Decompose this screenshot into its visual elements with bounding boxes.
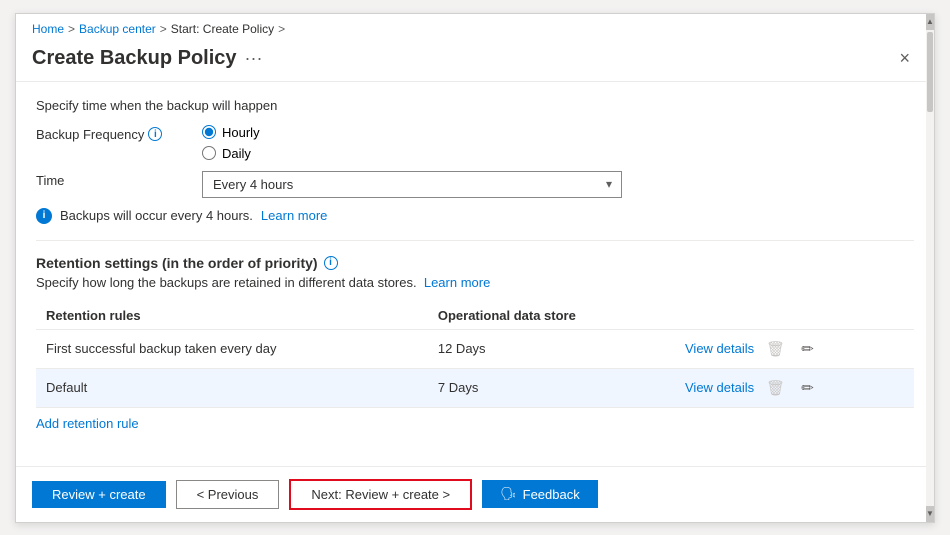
- retention-table: Retention rules Operational data store F…: [36, 302, 914, 408]
- more-options-icon[interactable]: ···: [245, 48, 263, 69]
- frequency-hourly-option[interactable]: Hourly: [202, 125, 260, 140]
- breadcrumb-sep3: >: [278, 22, 285, 36]
- panel-content: Specify time when the backup will happen…: [16, 82, 934, 466]
- learn-more-2-link[interactable]: Learn more: [424, 275, 490, 290]
- scroll-up-arrow[interactable]: ▲: [926, 14, 934, 30]
- feedback-button[interactable]: 🗣 Feedback: [482, 480, 598, 508]
- row1-actions: View details 🗑 ✏: [675, 329, 914, 368]
- retention-heading: Retention settings (in the order of prio…: [36, 255, 914, 271]
- row1-view-details-link[interactable]: View details: [685, 341, 754, 356]
- add-retention-rule-link[interactable]: Add retention rule: [36, 416, 139, 431]
- time-dropdown[interactable]: Every 4 hours Every 6 hours Every 8 hour…: [202, 171, 622, 198]
- next-button[interactable]: Next: Review + create >: [289, 479, 472, 510]
- breadcrumb-backup-center[interactable]: Backup center: [79, 22, 156, 36]
- scroll-thumb[interactable]: [927, 32, 933, 112]
- breadcrumb-home[interactable]: Home: [32, 22, 64, 36]
- hourly-radio[interactable]: [202, 125, 216, 139]
- row2-store: 7 Days: [428, 368, 675, 407]
- frequency-daily-option[interactable]: Daily: [202, 146, 260, 161]
- feedback-icon: 🗣: [500, 486, 517, 502]
- info-circle-icon: i: [36, 208, 52, 224]
- info-banner: i Backups will occur every 4 hours. Lear…: [36, 208, 914, 224]
- scrollbar[interactable]: ▲ ▼: [926, 14, 934, 522]
- row2-action-icons: View details 🗑 ✏: [685, 377, 904, 399]
- backup-frequency-label: Backup Frequency i: [36, 125, 186, 142]
- row1-action-icons: View details 🗑 ✏: [685, 338, 904, 360]
- review-create-button[interactable]: Review + create: [32, 481, 166, 508]
- retention-info-icon[interactable]: i: [324, 256, 338, 270]
- breadcrumb-sep2: >: [160, 22, 167, 36]
- scroll-down-arrow[interactable]: ▼: [926, 506, 934, 522]
- section-divider: [36, 240, 914, 241]
- row2-view-details-link[interactable]: View details: [685, 380, 754, 395]
- section-label: Specify time when the backup will happen: [36, 98, 914, 113]
- time-label: Time: [36, 171, 186, 188]
- table-row: First successful backup taken every day …: [36, 329, 914, 368]
- page-title: Create Backup Policy: [32, 47, 237, 70]
- previous-button[interactable]: < Previous: [176, 480, 280, 509]
- col-header-rules: Retention rules: [36, 302, 428, 330]
- hourly-label: Hourly: [222, 125, 260, 140]
- breadcrumb-current: Start: Create Policy: [171, 22, 274, 36]
- row1-store: 12 Days: [428, 329, 675, 368]
- col-header-actions: [675, 302, 914, 330]
- time-row: Time Every 4 hours Every 6 hours Every 8…: [36, 171, 914, 198]
- row1-edit-button[interactable]: ✏: [797, 338, 818, 360]
- frequency-radio-group: Hourly Daily: [202, 125, 260, 161]
- row2-actions: View details 🗑 ✏: [675, 368, 914, 407]
- breadcrumb-sep1: >: [68, 22, 75, 36]
- backup-frequency-info-icon[interactable]: i: [148, 127, 162, 141]
- breadcrumb: Home > Backup center > Start: Create Pol…: [16, 14, 934, 36]
- row2-delete-button[interactable]: 🗑: [762, 377, 789, 399]
- daily-radio[interactable]: [202, 146, 216, 160]
- footer: Review + create < Previous Next: Review …: [16, 466, 934, 522]
- create-backup-policy-panel: Home > Backup center > Start: Create Pol…: [15, 13, 935, 523]
- daily-label: Daily: [222, 146, 251, 161]
- backup-frequency-row: Backup Frequency i Hourly Daily: [36, 125, 914, 161]
- panel-header: Create Backup Policy ··· ×: [16, 36, 934, 81]
- time-dropdown-wrapper: Every 4 hours Every 6 hours Every 8 hour…: [202, 171, 622, 198]
- learn-more-1-link[interactable]: Learn more: [261, 208, 327, 223]
- close-button[interactable]: ×: [891, 44, 918, 73]
- header-title-group: Create Backup Policy ···: [32, 47, 263, 70]
- feedback-label: Feedback: [523, 487, 580, 502]
- row1-rule: First successful backup taken every day: [36, 329, 428, 368]
- col-header-store: Operational data store: [428, 302, 675, 330]
- retention-sub: Specify how long the backups are retaine…: [36, 275, 914, 290]
- row1-delete-button[interactable]: 🗑: [762, 338, 789, 360]
- table-row: Default 7 Days View details 🗑 ✏: [36, 368, 914, 407]
- row2-edit-button[interactable]: ✏: [797, 377, 818, 399]
- row2-rule: Default: [36, 368, 428, 407]
- info-text: Backups will occur every 4 hours.: [60, 208, 253, 223]
